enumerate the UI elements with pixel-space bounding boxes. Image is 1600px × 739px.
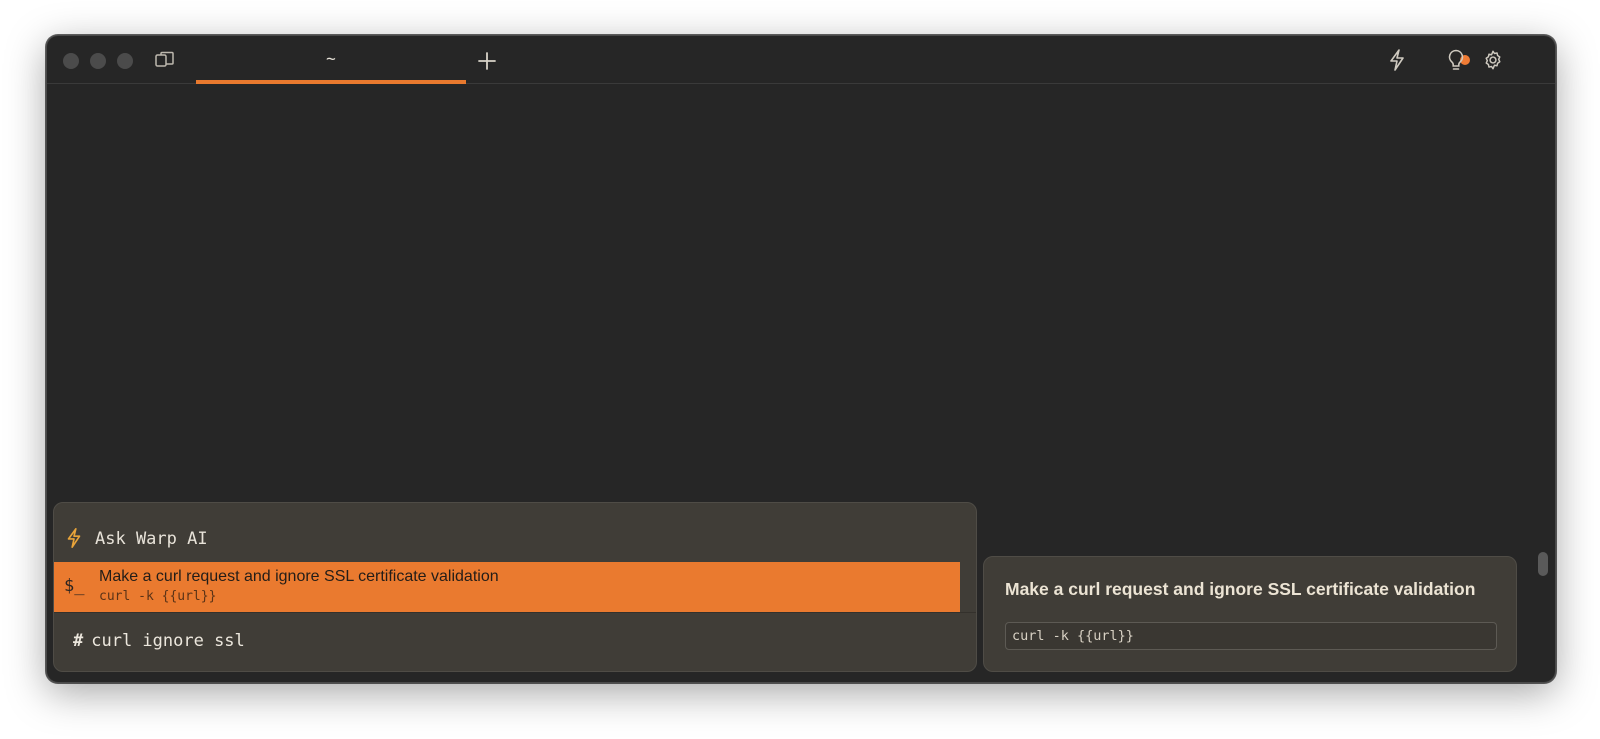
minimize-window-button[interactable] <box>90 53 106 69</box>
scrollbar-thumb[interactable] <box>1538 552 1548 576</box>
workflow-detail-panel: Make a curl request and ignore SSL certi… <box>983 556 1517 672</box>
terminal-window: ~ Ask Warp AI $_ Make a curl request and… <box>46 35 1556 683</box>
detail-title: Make a curl request and ignore SSL certi… <box>1005 579 1476 599</box>
ask-warp-ai-row[interactable]: Ask Warp AI <box>54 521 976 555</box>
command-palette: Ask Warp AI $_ Make a curl request and i… <box>53 502 977 672</box>
bolt-icon <box>64 527 84 554</box>
maximize-window-button[interactable] <box>117 53 133 69</box>
add-tab-icon <box>478 52 496 70</box>
terminal-prompt-icon: $_ <box>64 576 85 596</box>
tab-home[interactable]: ~ <box>196 36 466 84</box>
palette-search-input[interactable]: # curl ignore ssl <box>73 631 245 651</box>
add-tab-button[interactable] <box>472 46 502 76</box>
ask-warp-ai-label: Ask Warp AI <box>95 529 208 549</box>
input-value: curl ignore ssl <box>91 631 245 651</box>
tab-label: ~ <box>326 48 336 68</box>
lightbulb-icon[interactable] <box>1445 47 1467 73</box>
gear-icon[interactable] <box>1481 48 1505 72</box>
bolt-icon[interactable] <box>1385 47 1409 73</box>
detail-command[interactable]: curl -k {{url}} <box>1005 622 1497 650</box>
result-command: curl -k {{url}} <box>99 589 217 604</box>
close-window-button[interactable] <box>63 53 79 69</box>
result-item-selected[interactable]: $_ Make a curl request and ignore SSL ce… <box>54 562 960 612</box>
panes-icon[interactable] <box>153 49 177 71</box>
input-prefix: # <box>73 631 84 651</box>
palette-divider <box>54 612 976 613</box>
result-title: Make a curl request and ignore SSL certi… <box>99 568 499 585</box>
title-bar: ~ <box>47 36 1555 84</box>
